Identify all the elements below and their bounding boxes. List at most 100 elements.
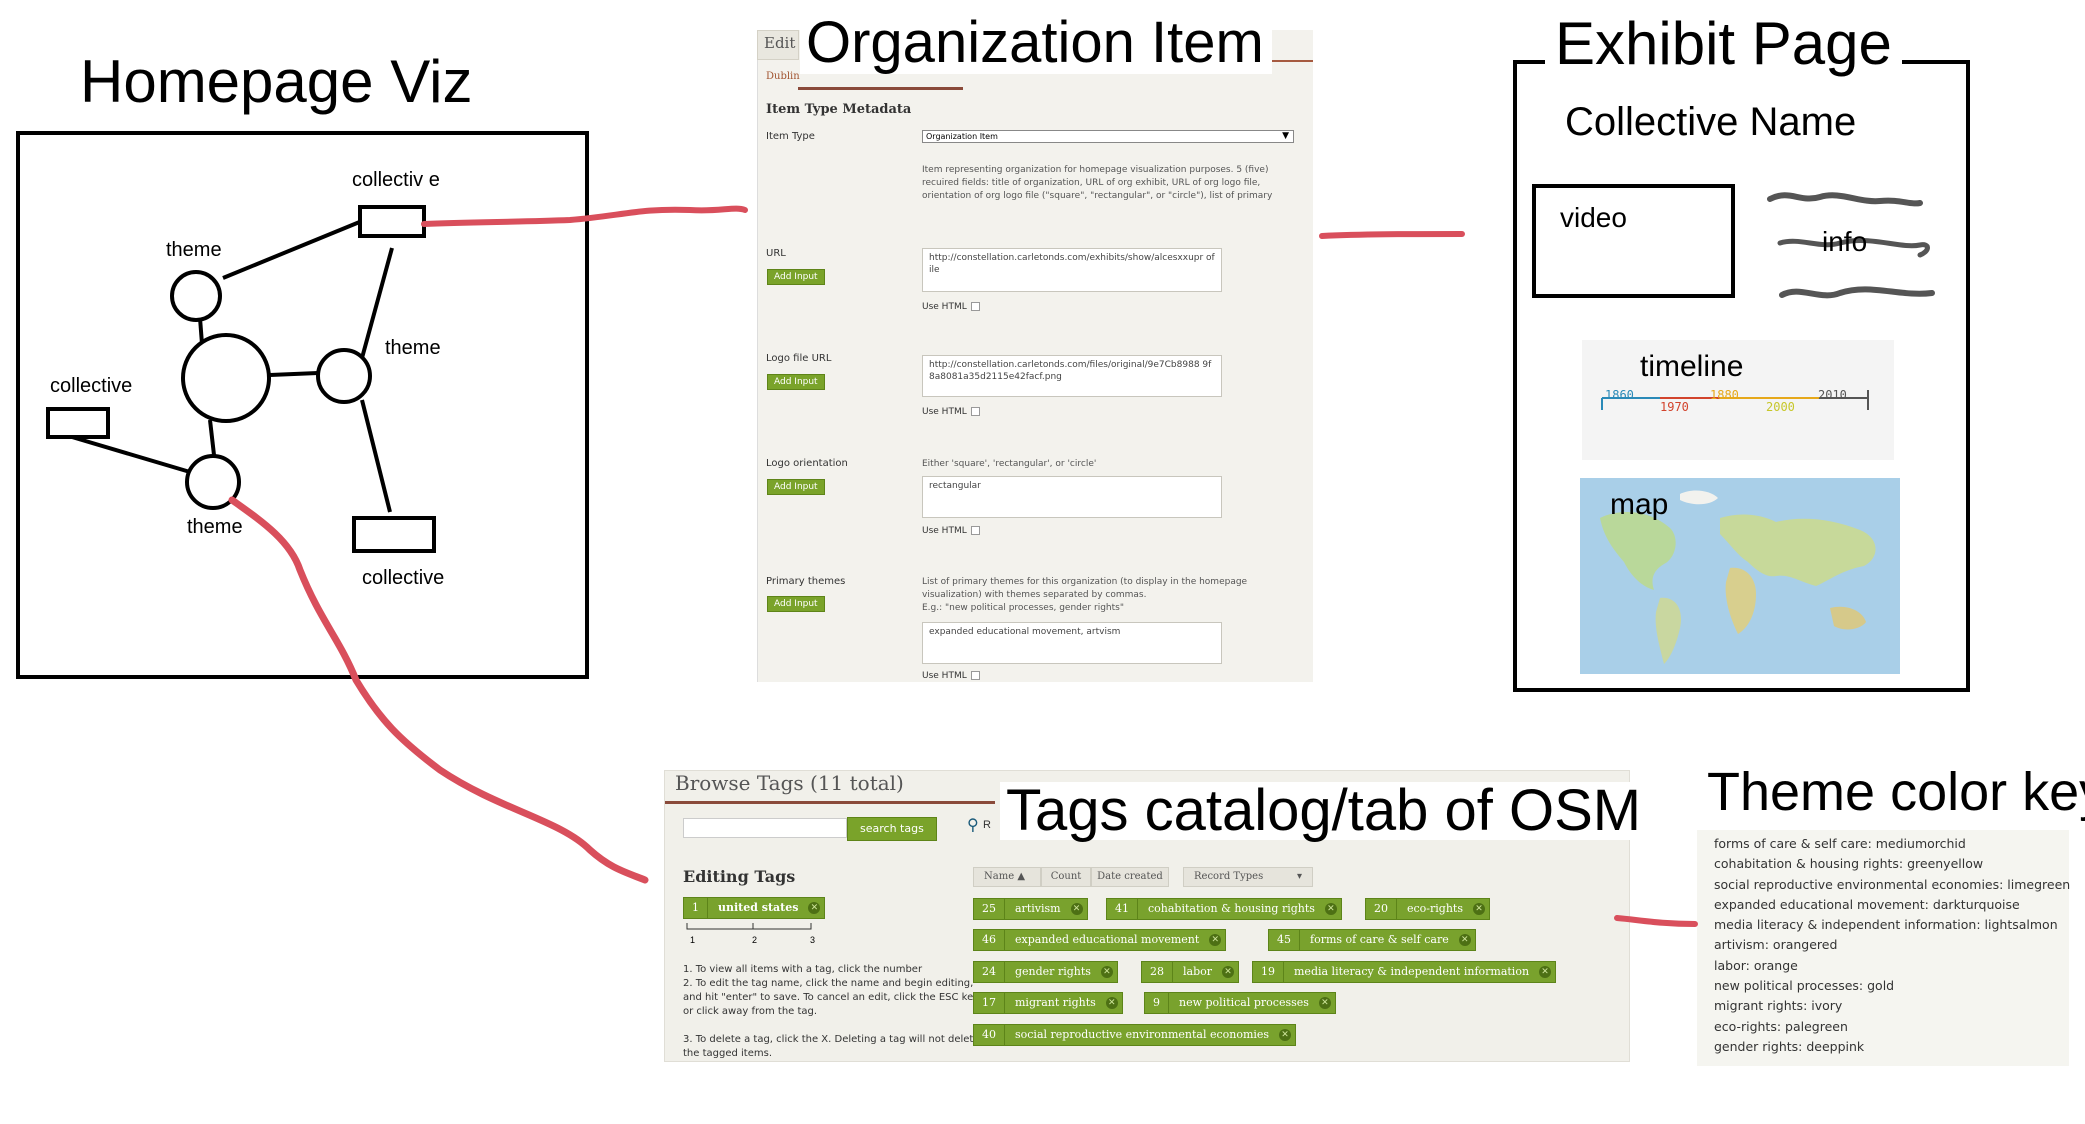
delete-tag-icon[interactable]: ✕ [1222,966,1234,978]
primary-themes-add-input-button[interactable]: Add Input [767,596,825,612]
tag-count[interactable]: 28 [1146,962,1173,982]
url-input[interactable]: http://constellation.carletonds.com/exhi… [922,248,1222,292]
delete-tag-icon[interactable]: ✕ [1458,934,1471,946]
tag-name[interactable]: cohabitation & housing rights [1148,899,1315,919]
label-theme-right: theme [385,337,441,359]
dublin-core-subtab[interactable]: Dublin [766,71,800,82]
tag-chip[interactable]: 17 migrant rights ✕ [973,992,1123,1014]
checkbox[interactable] [970,302,980,311]
tag-chip[interactable]: 19 media literacy & independent informat… [1252,961,1557,983]
collective-name-label: Collective Name [1565,100,1857,144]
hub-node [181,333,271,423]
sort-by-count-button[interactable]: Count [1041,867,1091,887]
search-icon[interactable]: ⚲ [967,815,979,835]
key-entry: expanded educational movement: darkturqu… [1714,896,2020,912]
logo-orientation-use-html[interactable]: Use HTML [922,526,980,536]
logo-url-add-input-button[interactable]: Add Input [767,374,825,390]
delete-tag-icon[interactable]: ✕ [1100,966,1113,978]
logo-url-use-html[interactable]: Use HTML [922,407,980,417]
theme-color-key-title: Theme color key [1707,762,2085,822]
tag-name[interactable]: media literacy & independent information [1294,962,1529,982]
delete-tag-icon[interactable]: ✕ [1070,903,1083,915]
key-entry: artivism: orangered [1714,937,1838,953]
logo-url-field-label: Logo file URL [766,353,832,364]
checkbox[interactable] [970,407,980,416]
edge [71,435,191,474]
tag-name[interactable]: united states [718,898,798,918]
tag-count[interactable]: 45 [1273,930,1300,950]
url-use-html[interactable]: Use HTML [922,302,980,312]
tag-chip[interactable]: 46 expanded educational movement ✕ [973,929,1227,951]
tag-chip[interactable]: 28 labor ✕ [1141,961,1239,983]
tag-chip[interactable]: 20 eco-rights ✕ [1365,898,1490,920]
delete-tag-icon[interactable]: ✕ [1539,966,1552,978]
tag-name[interactable]: gender rights [1015,962,1091,982]
tag-name[interactable]: migrant rights [1015,993,1096,1013]
tag-name[interactable]: social reproductive environmental econom… [1015,1025,1269,1045]
tag-count[interactable]: 17 [978,993,1005,1013]
edit-tab[interactable]: Edit [757,30,799,60]
tag-chip[interactable]: 25 artivism ✕ [973,898,1088,920]
key-entry: eco-rights: palegreen [1714,1018,1848,1034]
primary-themes-use-html[interactable]: Use HTML [922,671,980,681]
tag-count[interactable]: 41 [1111,899,1138,919]
primary-themes-hint: E.g.: "new political processes, gender r… [922,603,1124,613]
tag-count[interactable]: 9 [1149,993,1169,1013]
timeline-year: 2000 [1766,400,1795,414]
delete-tag-icon[interactable]: ✕ [1279,1029,1292,1041]
sort-by-name-button[interactable]: Name ▲ [973,867,1041,887]
tag-chip[interactable]: 45 forms of care & self care ✕ [1268,929,1476,951]
tag-count[interactable]: 40 [978,1025,1005,1045]
theme-node-left [170,270,222,322]
search-tags-button[interactable]: search tags [847,817,937,841]
checkbox[interactable] [970,526,980,535]
primary-themes-input[interactable]: expanded educational movement, artvism [922,622,1222,664]
url-add-input-button[interactable]: Add Input [767,269,825,285]
checkbox[interactable] [970,671,980,680]
example-bracket [686,923,812,930]
delete-tag-icon[interactable]: ✕ [1105,997,1118,1009]
item-type-metadata-heading: Item Type Metadata [766,102,912,117]
key-entry: gender rights: deeppink [1714,1038,1865,1054]
tag-name[interactable]: labor [1183,962,1212,982]
sort-by-date-button[interactable]: Date created [1091,867,1169,887]
delete-tag-icon[interactable]: ✕ [808,902,821,914]
tag-chip[interactable]: 24 gender rights ✕ [973,961,1118,983]
example-tag-chip[interactable]: 1 united states ✕ [683,897,826,919]
collective-node-left [46,407,110,439]
tag-count[interactable]: 20 [1370,899,1397,919]
timeline-label: timeline [1640,350,1744,383]
timeline-year: 1970 [1660,400,1689,414]
tag-search-input[interactable] [683,818,847,838]
key-entry: new political processes: gold [1714,978,1895,994]
item-type-select[interactable]: Organization Item ▼ [922,130,1294,143]
tag-name[interactable]: new political processes [1179,993,1309,1013]
tag-name[interactable]: forms of care & self care [1310,930,1449,950]
tag-chip[interactable]: 41 cohabitation & housing rights ✕ [1106,898,1342,920]
logo-orientation-description: Either 'square', 'rectangular', or 'circ… [922,459,1097,469]
tag-chip[interactable]: 40 social reproductive environmental eco… [973,1024,1297,1046]
tag-count[interactable]: 25 [978,899,1005,919]
tag-name[interactable]: expanded educational movement [1015,930,1199,950]
tag-name[interactable]: eco-rights [1407,899,1463,919]
key-entry: migrant rights: ivory [1714,998,1843,1014]
organization-item-title: Organization Item [800,14,1272,74]
logo-orientation-input[interactable]: rectangular [922,476,1222,518]
info-label: info [1822,226,1868,257]
key-entry: media literacy & independent information… [1714,917,2058,933]
tag-count[interactable]: 19 [1257,962,1284,982]
edge [208,419,216,456]
logo-orientation-add-input-button[interactable]: Add Input [767,479,825,495]
delete-tag-icon[interactable]: ✕ [1324,903,1337,915]
tag-name[interactable]: artivism [1015,899,1061,919]
tag-count[interactable]: 24 [978,962,1005,982]
tag-count[interactable]: 46 [978,930,1005,950]
record-types-select[interactable]: Record Types ▾ [1183,867,1313,887]
delete-tag-icon[interactable]: ✕ [1472,903,1485,915]
delete-tag-icon[interactable]: ✕ [1318,997,1331,1009]
tag-count[interactable]: 1 [688,898,708,918]
organization-item-form: Dublin Item Type Metadata Item Type Orga… [757,30,1313,682]
delete-tag-icon[interactable]: ✕ [1209,934,1222,946]
tag-chip[interactable]: 9 new political processes ✕ [1144,992,1336,1014]
logo-url-input[interactable]: http://constellation.carletonds.com/file… [922,355,1222,397]
